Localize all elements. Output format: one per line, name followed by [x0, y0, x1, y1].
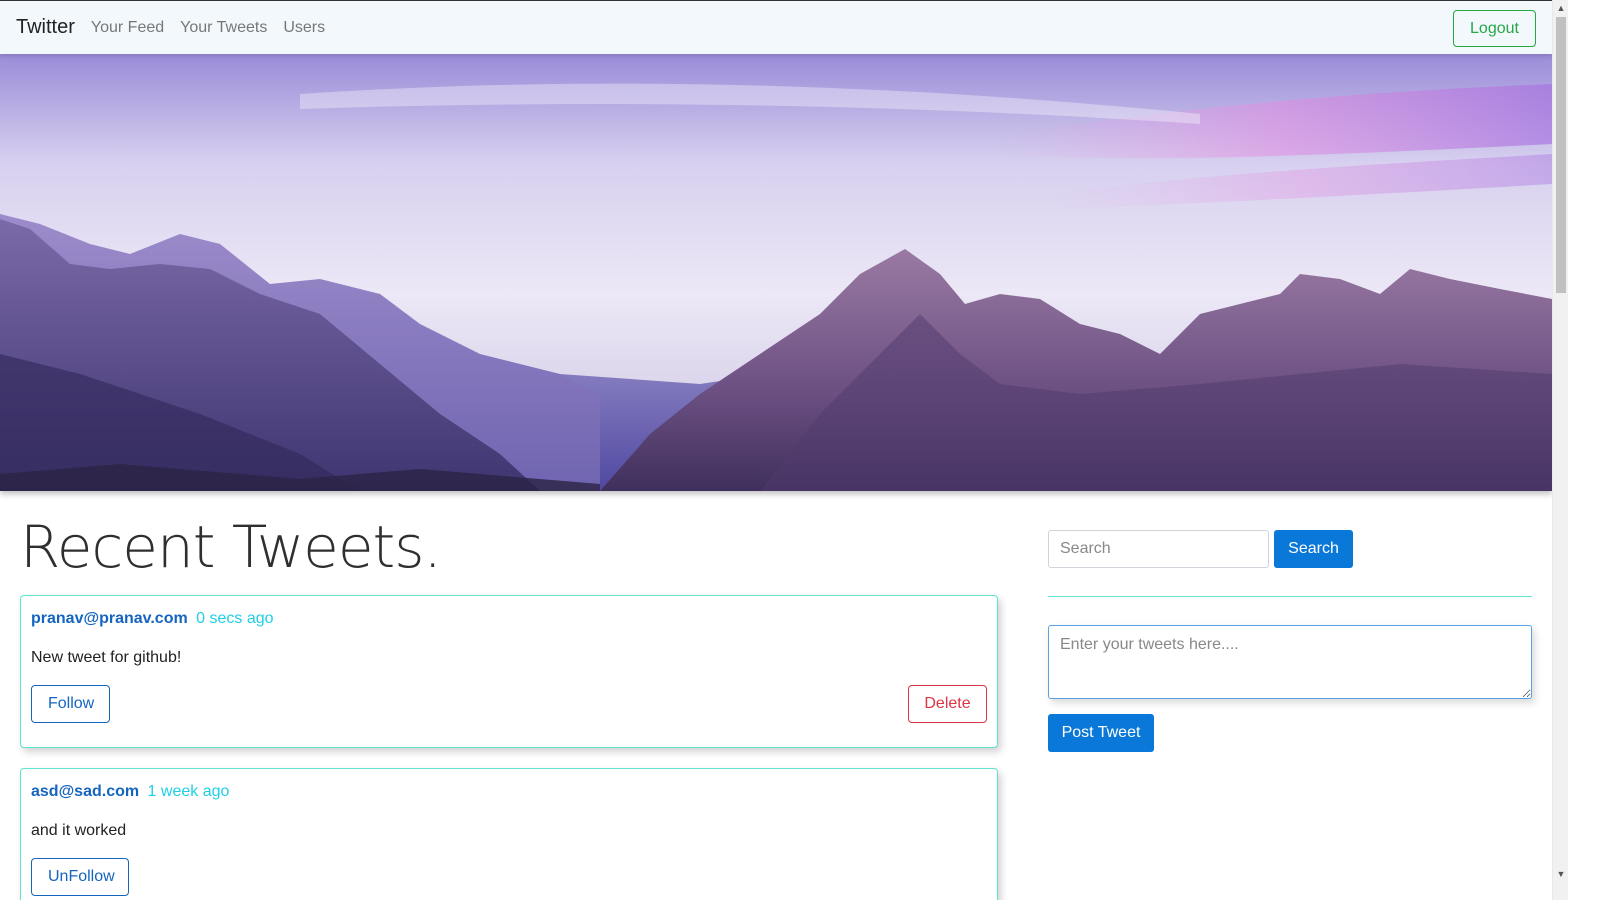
- hero-mountain-image: [0, 54, 1552, 491]
- scroll-down-arrow-icon[interactable]: ▼: [1553, 866, 1569, 882]
- tweet-username[interactable]: pranav@pranav.com: [31, 610, 188, 627]
- tweet-timestamp: 1 week ago: [147, 783, 230, 800]
- page-title: Recent Tweets.: [20, 513, 442, 581]
- scrollbar-thumb[interactable]: [1556, 17, 1566, 293]
- tweet-text: New tweet for github!: [31, 649, 182, 666]
- tweet-timestamp: 0 secs ago: [196, 610, 274, 627]
- tweet-username[interactable]: asd@sad.com: [31, 783, 139, 800]
- tweet-card: pranav@pranav.com 0 secs ago New tweet f…: [20, 595, 998, 748]
- nav-link-your-tweets[interactable]: Your Tweets: [180, 19, 267, 37]
- unfollow-button[interactable]: UnFollow: [31, 858, 129, 896]
- delete-button[interactable]: Delete: [908, 685, 987, 723]
- page: Twitter Your Feed Your Tweets Users Logo…: [0, 0, 1552, 900]
- follow-button[interactable]: Follow: [31, 685, 110, 723]
- search-input[interactable]: [1048, 530, 1269, 568]
- tweet-text: and it worked: [31, 822, 127, 839]
- nav-link-your-feed[interactable]: Your Feed: [91, 19, 164, 37]
- nav-link-users[interactable]: Users: [283, 19, 325, 37]
- navbar: Twitter Your Feed Your Tweets Users Logo…: [0, 0, 1552, 54]
- sidebar-divider: [1048, 596, 1532, 597]
- scroll-up-arrow-icon[interactable]: ▲: [1553, 0, 1569, 16]
- tweet-card: asd@sad.com 1 week ago and it worked UnF…: [20, 768, 998, 900]
- vertical-scrollbar[interactable]: ▲ ▼: [1552, 0, 1568, 900]
- logout-button[interactable]: Logout: [1453, 10, 1536, 47]
- search-button[interactable]: Search: [1274, 530, 1353, 568]
- tweet-compose-textarea[interactable]: [1048, 625, 1532, 699]
- post-tweet-button[interactable]: Post Tweet: [1048, 714, 1154, 752]
- tweet-header: asd@sad.com 1 week ago: [31, 782, 987, 802]
- navbar-brand[interactable]: Twitter: [16, 16, 75, 39]
- tweet-header: pranav@pranav.com 0 secs ago: [31, 609, 987, 629]
